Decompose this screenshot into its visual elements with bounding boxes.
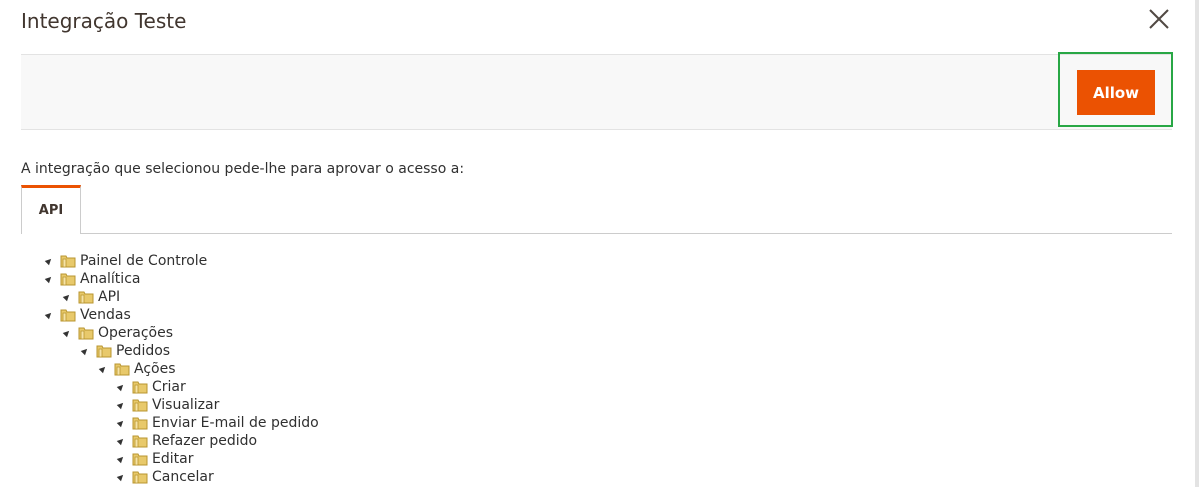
tree-node-label: Analítica [80,271,141,287]
tree-expand-icon[interactable] [116,418,126,428]
folder-icon [60,307,76,323]
tree-node-label: Operações [98,325,174,341]
tree-expand-icon[interactable] [62,328,72,338]
tree-node-label: Refazer pedido [152,433,258,449]
folder-icon [60,271,76,287]
folder-icon [78,325,94,341]
folder-icon [132,433,148,449]
allow-button[interactable]: Allow [1077,70,1155,115]
tree-expand-icon[interactable] [116,436,126,446]
scrollbar[interactable] [1195,0,1199,487]
tree-expand-icon[interactable] [80,346,90,356]
tree-node-label: Pedidos [116,343,171,359]
tree-expand-icon[interactable] [116,472,126,482]
tab-divider [81,233,1172,234]
tree-expand-icon[interactable] [62,292,72,302]
tree-node-label: Editar [152,451,194,467]
tree-expand-icon[interactable] [44,310,54,320]
folder-icon [60,253,76,269]
tree-node-label: Cancelar [152,469,214,485]
tree-expand-icon[interactable] [116,382,126,392]
tree-node-label: Visualizar [152,397,220,413]
tree-node-label: API [98,289,121,305]
tree-node-label: Painel de Controle [80,253,208,269]
folder-icon [132,469,148,485]
tree-node-label: Enviar E-mail de pedido [152,415,319,431]
integration-modal: Integração Teste Allow A integração que … [0,0,1199,487]
folder-icon [96,343,112,359]
folder-icon [132,379,148,395]
tree-node-label: Ações [134,361,176,377]
tree-expand-icon[interactable] [44,274,54,284]
tree-expand-icon[interactable] [116,400,126,410]
close-icon [1149,9,1169,29]
actions-bar [21,54,1172,130]
folder-icon [78,289,94,305]
tree-node-label: Vendas [80,307,131,323]
folder-icon [132,451,148,467]
modal-title: Integração Teste [21,9,187,33]
folder-icon [132,415,148,431]
tree-node-label: Criar [152,379,186,395]
tab-api[interactable]: API [21,185,81,234]
folder-icon [114,361,130,377]
tree-expand-icon[interactable] [44,256,54,266]
tree-expand-icon[interactable] [116,454,126,464]
tree-expand-icon[interactable] [98,364,108,374]
intro-text: A integração que selecionou pede-lhe par… [21,161,465,177]
folder-icon [132,397,148,413]
close-button[interactable] [1144,4,1174,34]
